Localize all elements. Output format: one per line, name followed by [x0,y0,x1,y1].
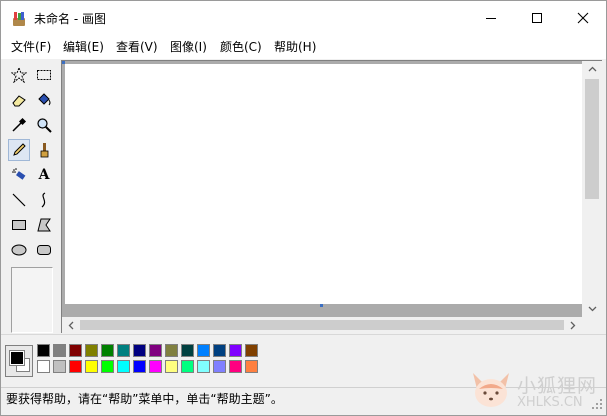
palette-color-swatch[interactable] [229,344,242,357]
maximize-button[interactable] [514,1,560,35]
menu-bar: 文件(F) 编辑(E) 查看(V) 图像(I) 颜色(C) 帮助(H) [1,35,606,59]
palette-color-swatch[interactable] [53,360,66,373]
palette-color-swatch[interactable] [85,344,98,357]
star-select-icon [11,67,27,83]
tool-airbrush[interactable] [8,164,30,186]
palette-color-swatch[interactable] [149,360,162,373]
title-bar: 未命名 - 画图 [1,1,606,35]
paint-app-icon [11,11,27,27]
resize-handle-bottom[interactable] [320,304,323,307]
vertical-scroll-thumb[interactable] [585,79,599,199]
palette-color-swatch[interactable] [197,344,210,357]
palette-color-swatch[interactable] [117,360,130,373]
tool-select[interactable] [33,64,55,86]
menu-colors[interactable]: 颜色(C) [220,40,262,54]
status-bar: 要获得帮助，请在“帮助”菜单中，单击“帮助主题”。 [1,387,606,415]
tool-free-form-select[interactable] [8,64,30,86]
tool-polygon[interactable] [33,214,55,236]
palette-color-swatch[interactable] [37,344,50,357]
resize-grip-icon[interactable] [591,398,603,410]
paint-window: 未命名 - 画图 文件(F) 编辑(E) 查看(V) 图像(I) 颜色(C) 帮… [0,0,607,416]
ellipse-icon [11,244,27,256]
canvas-area [61,60,602,333]
tool-curve[interactable] [33,189,55,211]
tool-ellipse[interactable] [8,239,30,261]
tool-magnifier[interactable] [33,114,55,136]
menu-view[interactable]: 查看(V) [116,40,158,54]
drawing-canvas[interactable] [65,64,582,304]
scroll-right-arrow-icon[interactable] [565,317,581,333]
tool-eraser[interactable] [8,89,30,111]
tool-rectangle[interactable] [8,214,30,236]
status-text: 要获得帮助，请在“帮助”菜单中，单击“帮助主题”。 [6,392,283,406]
rounded-rectangle-icon [37,245,51,255]
minimize-button[interactable] [468,1,514,35]
palette-color-swatch[interactable] [149,344,162,357]
rect-select-icon [37,70,51,80]
pencil-icon [13,143,26,156]
tool-options-panel[interactable] [11,267,53,333]
palette-color-swatch[interactable] [101,344,114,357]
palette-color-swatch[interactable] [85,360,98,373]
tool-text[interactable]: A [33,164,55,186]
menu-edit[interactable]: 编辑(E) [63,40,104,54]
tool-pencil[interactable] [8,139,30,161]
scroll-left-arrow-icon[interactable] [63,317,79,333]
palette-color-swatch[interactable] [53,344,66,357]
vertical-scrollbar[interactable] [582,61,602,317]
brush-icon [40,143,49,158]
tool-fill[interactable] [33,89,55,111]
airbrush-icon [12,168,26,180]
palette-color-swatch[interactable] [101,360,114,373]
palette-color-swatch[interactable] [229,360,242,373]
menu-help[interactable]: 帮助(H) [274,40,316,54]
close-button[interactable] [560,1,606,35]
horizontal-scroll-thumb[interactable] [80,320,564,330]
text-icon: A [38,167,50,183]
scroll-down-arrow-icon[interactable] [584,301,600,317]
minimize-icon [486,18,496,19]
rectangle-icon [12,220,26,230]
palette-color-swatch[interactable] [69,344,82,357]
close-icon [577,12,589,24]
maximize-icon [532,13,542,23]
menu-image[interactable]: 图像(I) [170,40,207,54]
fill-bucket-icon [38,93,51,106]
tool-line[interactable] [8,189,30,211]
color-box [1,334,606,386]
foreground-color-swatch[interactable] [9,350,25,366]
palette-color-swatch[interactable] [213,344,226,357]
scroll-up-arrow-icon[interactable] [584,61,600,77]
current-colors[interactable] [5,345,33,377]
palette-color-swatch[interactable] [245,344,258,357]
scrollbar-corner [582,317,602,333]
palette-color-swatch[interactable] [165,344,178,357]
palette-color-swatch[interactable] [181,344,194,357]
magnifier-icon [37,118,52,133]
horizontal-scrollbar[interactable] [62,317,582,333]
palette-color-swatch[interactable] [213,360,226,373]
line-icon [12,193,26,207]
tool-rounded-rectangle[interactable] [33,239,55,261]
polygon-icon [37,218,51,232]
window-title: 未命名 - 画图 [34,12,106,26]
palette-color-swatch[interactable] [197,360,210,373]
canvas-corner-marker [62,61,65,64]
palette-color-swatch[interactable] [165,360,178,373]
palette-color-swatch[interactable] [245,360,258,373]
curve-icon [41,192,46,208]
palette-color-swatch[interactable] [181,360,194,373]
tool-brush[interactable] [33,139,55,161]
menu-file[interactable]: 文件(F) [11,40,51,54]
tool-pick-color[interactable] [8,114,30,136]
eyedropper-icon [12,117,27,132]
palette-color-swatch[interactable] [37,360,50,373]
eraser-icon [12,95,26,107]
palette-color-swatch[interactable] [69,360,82,373]
palette-color-swatch[interactable] [133,360,146,373]
palette-color-swatch[interactable] [133,344,146,357]
palette-color-swatch[interactable] [117,344,130,357]
toolbox: A [1,60,59,333]
